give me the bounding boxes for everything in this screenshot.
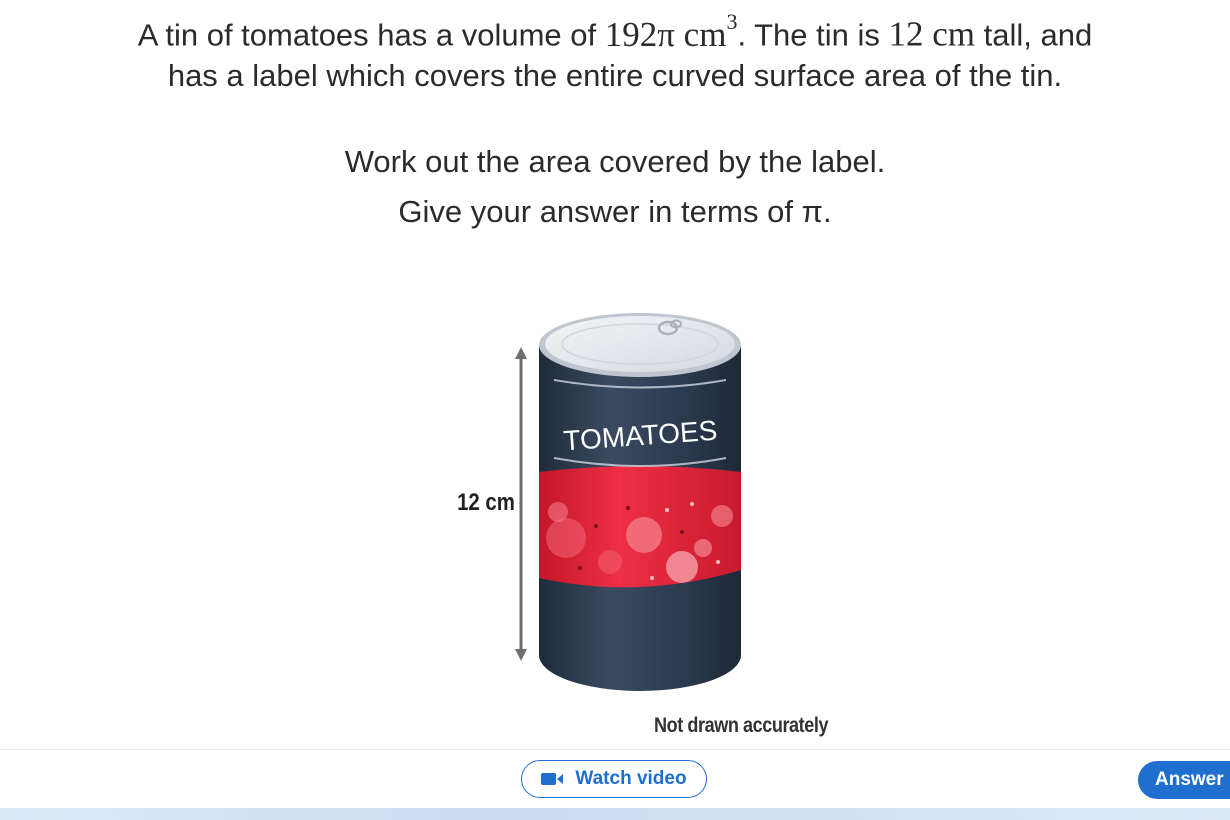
volume-expression: 192π cm3 <box>604 9 738 54</box>
bottom-bar <box>0 808 1230 820</box>
question-line-2: has a label which covers the entire curv… <box>167 58 1063 93</box>
answer-button[interactable]: Answer <box>1138 761 1230 799</box>
question-line-3: Work out the area covered by the label. <box>344 144 886 179</box>
question-line-1: A tin of tomatoes has a volume of 192π c… <box>137 9 1093 54</box>
question-line-4: Give your answer in terms of π. <box>398 194 832 229</box>
not-drawn-accurately-caption: Not drawn accurately <box>654 714 829 737</box>
tomato-label-band <box>539 466 741 588</box>
watch-video-button[interactable]: Watch video <box>521 760 707 798</box>
height-expression: 12 cm <box>888 14 976 54</box>
footer-divider <box>0 749 1230 750</box>
watch-video-label: Watch video <box>575 768 687 789</box>
answer-label: Answer <box>1155 769 1224 790</box>
height-label: 12 cm <box>457 488 515 515</box>
height-arrow <box>515 347 527 661</box>
tin-diagram: 12 cm TOMATOES <box>457 313 741 691</box>
video-camera-icon <box>541 772 565 786</box>
